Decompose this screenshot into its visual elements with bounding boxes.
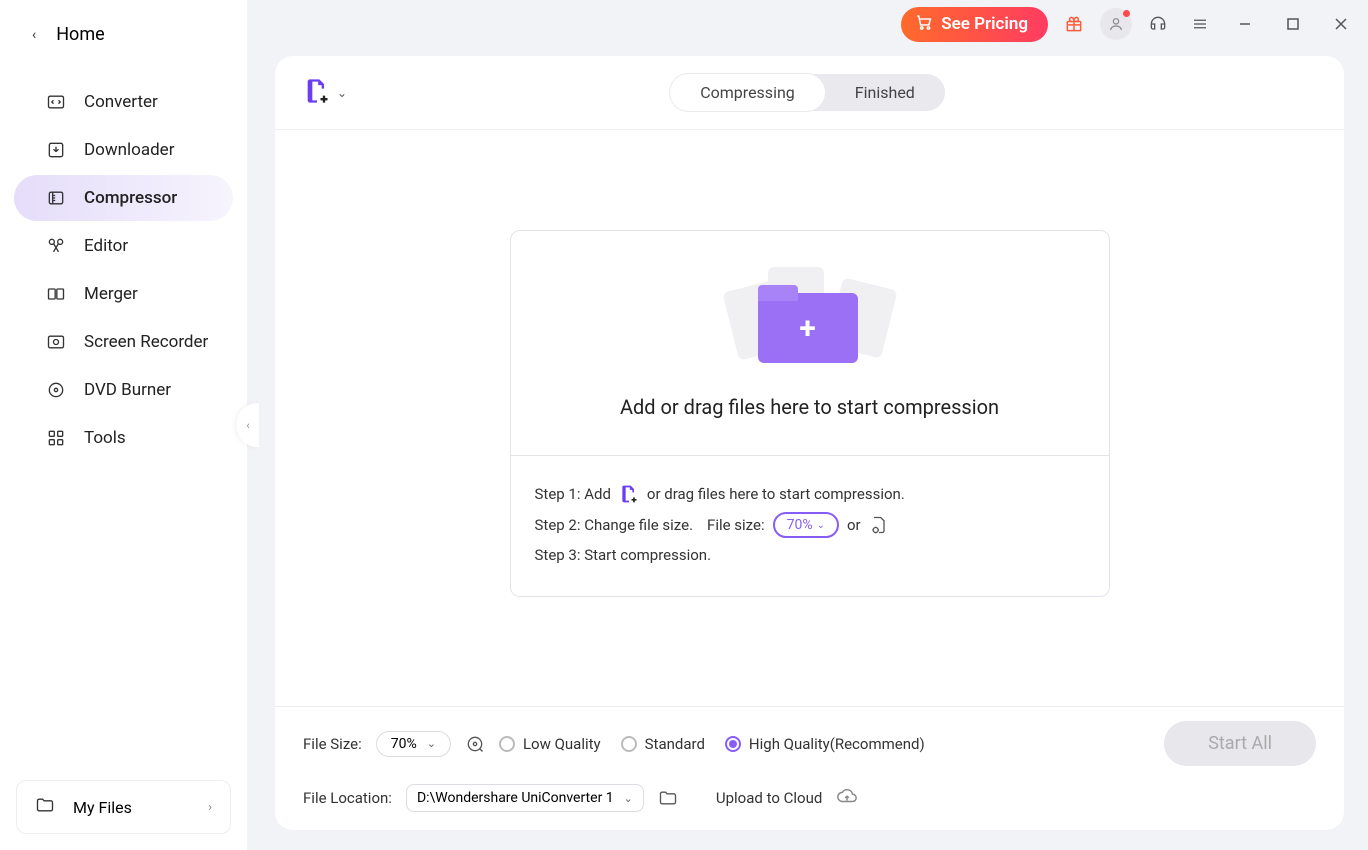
dropzone-title: Add or drag files here to start compress… [531, 395, 1089, 419]
file-settings-icon[interactable] [869, 515, 889, 535]
sidebar-item-compressor[interactable]: Compressor [14, 175, 233, 221]
file-location-value: D:\Wondershare UniConverter 1 [417, 790, 614, 806]
advanced-settings-icon[interactable] [465, 734, 485, 754]
add-file-icon [619, 484, 639, 504]
home-nav[interactable]: ‹ Home [0, 0, 247, 69]
sidebar-item-label: Editor [84, 236, 128, 256]
account-icon[interactable] [1100, 8, 1132, 40]
dvdburner-icon [46, 380, 66, 400]
dropzone-top: + Add or drag files here to start compre… [511, 231, 1109, 455]
panel-header: ⌄ Compressing Finished [275, 56, 1344, 129]
sidebar-item-editor[interactable]: Editor [14, 223, 233, 269]
sidebar-item-label: Compressor [84, 188, 177, 208]
maximize-button[interactable] [1274, 8, 1312, 40]
compressor-icon [46, 188, 66, 208]
chevron-down-icon: ⌄ [337, 86, 347, 100]
sidebar-item-label: Screen Recorder [84, 332, 208, 352]
step2-filesize-label: File size: [707, 516, 765, 534]
sidebar-item-label: DVD Burner [84, 380, 171, 400]
content-panel: ⌄ Compressing Finished + Add or drag fil… [275, 56, 1344, 830]
step2-or: or [847, 516, 861, 534]
editor-icon [46, 236, 66, 256]
chevron-right-icon: › [208, 800, 212, 815]
downloader-icon [46, 140, 66, 160]
see-pricing-label: See Pricing [941, 14, 1028, 34]
filesize-label: File Size: [303, 735, 362, 753]
step3-text: Step 3: Start compression. [535, 546, 712, 564]
my-files-label: My Files [73, 798, 132, 817]
close-button[interactable] [1322, 8, 1360, 40]
my-files-button[interactable]: My Files › [16, 780, 231, 834]
see-pricing-button[interactable]: See Pricing [901, 7, 1048, 42]
radio-standard-quality[interactable]: Standard [621, 735, 705, 753]
sidebar-item-label: Converter [84, 92, 158, 112]
tabs: Compressing Finished [670, 74, 945, 111]
folder-illustration: + [730, 267, 890, 367]
folder-icon [35, 795, 55, 819]
open-folder-icon[interactable] [658, 788, 678, 808]
file-location-label: File Location: [303, 789, 392, 807]
filesize-percent-value: 70% [787, 517, 813, 533]
gift-icon[interactable] [1058, 8, 1090, 40]
radio-low-quality[interactable]: Low Quality [499, 735, 601, 753]
add-file-dropdown[interactable]: ⌄ [303, 77, 347, 109]
radio-standard-label: Standard [645, 735, 705, 753]
sidebar-nav: Converter Downloader Compressor Editor M… [0, 69, 247, 764]
tools-icon [46, 428, 66, 448]
quality-radio-group: Low Quality Standard High Quality(Recomm… [499, 735, 925, 753]
tab-finished[interactable]: Finished [825, 74, 945, 111]
sidebar-item-tools[interactable]: Tools [14, 415, 233, 461]
plus-icon: + [799, 311, 815, 346]
upload-cloud-label: Upload to Cloud [716, 789, 822, 807]
sidebar: ‹ Home Converter Downloader Compressor E… [0, 0, 247, 850]
chevron-left-icon: ‹ [32, 27, 36, 43]
add-file-icon [303, 77, 331, 109]
chevron-down-icon: ⌄ [427, 737, 436, 750]
main: See Pricing ⌄ Compressing Finished [247, 0, 1368, 850]
sidebar-item-downloader[interactable]: Downloader [14, 127, 233, 173]
minimize-button[interactable] [1226, 8, 1264, 40]
bottombar: File Size: 70% ⌄ Low Quality Standard Hi… [275, 706, 1344, 830]
dropzone-steps: Step 1: Add or drag files here to start … [511, 455, 1109, 596]
radio-high-label: High Quality(Recommend) [749, 735, 925, 753]
sidebar-item-label: Merger [84, 284, 138, 304]
tab-compressing[interactable]: Compressing [670, 74, 825, 111]
merger-icon [46, 284, 66, 304]
sidebar-item-dvdburner[interactable]: DVD Burner [14, 367, 233, 413]
step2-prefix: Step 2: Change file size. [535, 516, 694, 534]
radio-low-label: Low Quality [523, 735, 601, 753]
panel-body: + Add or drag files here to start compre… [275, 129, 1344, 706]
converter-icon [46, 92, 66, 112]
step1-prefix: Step 1: Add [535, 485, 611, 503]
chevron-down-icon: ⌄ [817, 520, 825, 531]
sidebar-item-screenrecorder[interactable]: Screen Recorder [14, 319, 233, 365]
cloud-upload-icon[interactable] [836, 785, 858, 811]
start-all-button[interactable]: Start All [1164, 721, 1316, 766]
menu-icon[interactable] [1184, 8, 1216, 40]
filesize-select-value: 70% [391, 736, 417, 752]
step1-suffix: or drag files here to start compression. [647, 485, 905, 503]
cart-icon [915, 13, 933, 36]
support-icon[interactable] [1142, 8, 1174, 40]
radio-high-quality[interactable]: High Quality(Recommend) [725, 735, 925, 753]
sidebar-item-label: Tools [84, 428, 126, 448]
titlebar: See Pricing [247, 0, 1368, 48]
file-location-select[interactable]: D:\Wondershare UniConverter 1 ⌄ [406, 784, 644, 812]
dropzone[interactable]: + Add or drag files here to start compre… [510, 230, 1110, 597]
chevron-down-icon: ⌄ [624, 792, 633, 805]
sidebar-item-merger[interactable]: Merger [14, 271, 233, 317]
screenrecorder-icon [46, 332, 66, 352]
filesize-select[interactable]: 70% ⌄ [376, 731, 451, 757]
home-label: Home [56, 24, 104, 45]
sidebar-item-converter[interactable]: Converter [14, 79, 233, 125]
sidebar-item-label: Downloader [84, 140, 174, 160]
filesize-percent-dropdown[interactable]: 70% ⌄ [773, 512, 839, 538]
